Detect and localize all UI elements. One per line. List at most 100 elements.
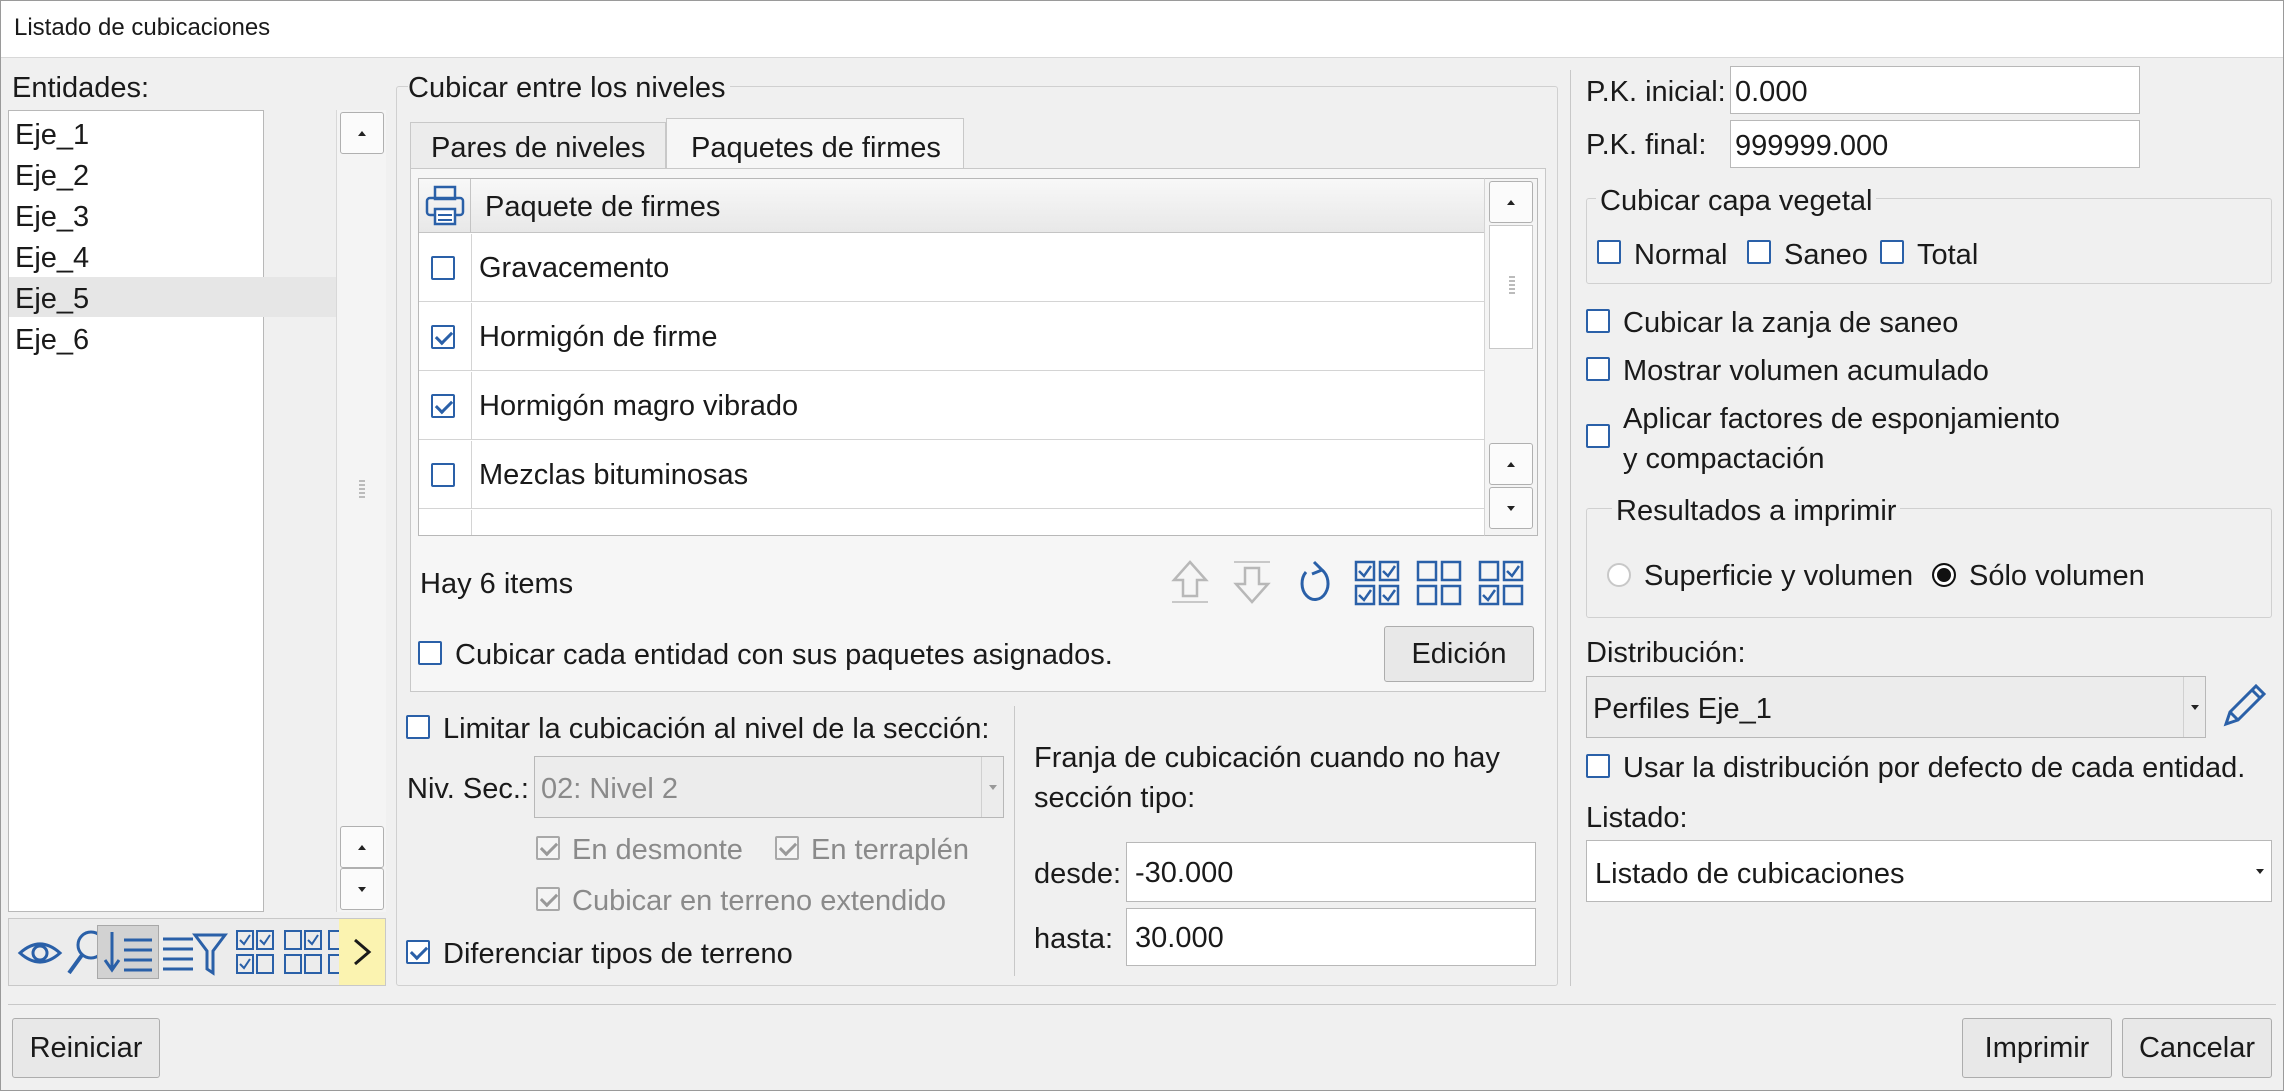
uncheck-all-icon[interactable] (1416, 558, 1464, 606)
distribucion-value: Perfiles Eje_1 (1593, 693, 1772, 725)
niv-sec-select[interactable]: 02: Nivel 2 (534, 756, 1004, 818)
limit-section-checkbox[interactable] (406, 715, 430, 739)
eye-icon[interactable] (17, 933, 63, 973)
row-checkbox[interactable] (431, 325, 455, 349)
reset-button-label: Reiniciar (29, 1031, 143, 1064)
move-up-icon[interactable] (1166, 558, 1214, 606)
scroll-up-button[interactable] (1489, 181, 1533, 223)
list-item[interactable]: Eje_2 (15, 162, 89, 191)
chevron-down-icon (988, 784, 997, 790)
footer-divider (8, 1004, 2276, 1005)
factores-label-line2: y compactación (1623, 443, 1825, 475)
list-item[interactable]: Eje_4 (15, 244, 89, 273)
hasta-input[interactable]: 30.000 (1126, 908, 1536, 966)
chevron-up-icon (1507, 461, 1515, 467)
reset-button[interactable]: Reiniciar (12, 1018, 160, 1078)
list-item-selected[interactable]: Eje_5 (15, 285, 89, 314)
hasta-label: hasta: (1034, 923, 1113, 955)
assign-packages-checkbox[interactable] (418, 641, 442, 665)
row-checkbox[interactable] (431, 463, 455, 487)
distribucion-label: Distribución: (1586, 637, 1746, 669)
expand-arrow-icon (354, 938, 372, 966)
list-item[interactable]: Eje_1 (15, 121, 89, 150)
move-down-icon[interactable] (1228, 558, 1276, 606)
pk-final-label: P.K. final: (1586, 129, 1707, 161)
table-scrollbar[interactable] (1484, 178, 1538, 536)
listado-select[interactable]: Listado de cubicaciones (1586, 840, 2272, 902)
scroll-up-button[interactable] (340, 112, 384, 154)
refresh-icon[interactable] (1292, 558, 1334, 606)
factores-label-line1: Aplicar factores de esponjamiento (1623, 403, 2060, 435)
check-all-icon[interactable] (235, 929, 275, 977)
row-label: Hormigón magro vibrado (479, 390, 799, 422)
table-row[interactable]: Gravacemento (419, 234, 1489, 302)
tab-pares-de-niveles[interactable]: Pares de niveles (410, 122, 666, 168)
extended-terrain-checkbox[interactable] (536, 887, 560, 911)
entities-scrollbar[interactable] (336, 110, 386, 912)
row-checkbox[interactable] (431, 394, 455, 418)
invert-check-icon[interactable] (1478, 558, 1526, 606)
usar-defecto-checkbox[interactable] (1586, 754, 1610, 778)
check-all-icon[interactable] (1354, 558, 1402, 606)
expand-toolbar-button[interactable] (339, 919, 385, 985)
scroll-page-up-button[interactable] (1489, 443, 1533, 485)
levels-group-title: Cubicar entre los niveles (408, 74, 730, 103)
table-row[interactable]: Hormigón de firme (419, 303, 1489, 371)
desmonte-checkbox[interactable] (536, 836, 560, 860)
list-item[interactable]: Eje_3 (15, 203, 89, 232)
print-button[interactable]: Imprimir (1962, 1018, 2112, 1078)
edit-button[interactable]: Edición (1384, 626, 1534, 682)
terraplen-checkbox[interactable] (775, 836, 799, 860)
veg-total-checkbox[interactable] (1880, 240, 1904, 264)
pk-inicial-input[interactable]: 0.000 (1730, 66, 2140, 114)
franja-text-line1: Franja de cubicación cuando no hay (1034, 742, 1500, 774)
uncheck-all-icon[interactable] (283, 929, 323, 977)
divider (1014, 706, 1015, 976)
scroll-down-button[interactable] (1489, 487, 1533, 529)
veg-normal-checkbox[interactable] (1597, 240, 1621, 264)
listado-value: Listado de cubicaciones (1595, 858, 1905, 890)
scroll-down-button[interactable] (340, 868, 384, 910)
scroll-thumb[interactable] (1489, 225, 1533, 349)
filter-icon[interactable] (159, 929, 231, 977)
title-bar: Listado de cubicaciones (0, 0, 2284, 58)
desde-input[interactable]: -30.000 (1126, 842, 1536, 902)
cancel-button[interactable]: Cancelar (2122, 1018, 2272, 1078)
res-superficie-radio[interactable] (1607, 563, 1631, 587)
row-checkbox[interactable] (431, 256, 455, 280)
veg-saneo-checkbox[interactable] (1747, 240, 1771, 264)
scroll-page-up-button[interactable] (340, 826, 384, 868)
entities-toolbar (8, 918, 386, 986)
entities-label: Entidades: (12, 72, 150, 104)
niv-sec-value: 02: Nivel 2 (541, 773, 679, 805)
factores-checkbox[interactable] (1586, 424, 1610, 448)
sort-button[interactable] (97, 925, 159, 979)
terraplen-label: En terraplén (811, 834, 969, 866)
res-volumen-radio[interactable] (1932, 563, 1956, 587)
sort-icon (103, 932, 152, 973)
chevron-down-icon (2190, 704, 2199, 710)
table-row[interactable]: Hormigón magro vibrado (419, 372, 1489, 440)
row-label: Hormigón de firme (479, 321, 718, 353)
distribucion-select[interactable]: Perfiles Eje_1 (1586, 676, 2206, 738)
list-item[interactable]: Eje_6 (15, 326, 89, 355)
edit-button-label: Edición (1411, 637, 1507, 670)
pencil-icon[interactable] (2218, 680, 2270, 732)
acumulado-checkbox[interactable] (1586, 357, 1610, 381)
print-column-button[interactable] (419, 179, 471, 232)
chevron-up-icon (1507, 199, 1515, 205)
print-button-label: Imprimir (1984, 1031, 2090, 1064)
pk-final-input[interactable]: 999999.000 (1730, 120, 2140, 168)
veg-saneo-label: Saneo (1784, 239, 1868, 271)
table-row[interactable]: Mezclas bituminosas (419, 441, 1489, 509)
tab-paquetes-de-firmes[interactable]: Paquetes de firmes (666, 118, 964, 170)
chevron-down-icon (2256, 868, 2264, 874)
separator (1570, 70, 1571, 986)
differentiate-terrain-checkbox[interactable] (406, 940, 430, 964)
zanja-checkbox[interactable] (1586, 309, 1610, 333)
desde-label: desde: (1034, 858, 1122, 890)
chevron-up-icon (358, 130, 366, 136)
chevron-up-icon (358, 844, 366, 850)
chevron-down-icon (1507, 505, 1515, 511)
entities-list[interactable]: Eje_1 Eje_2 Eje_3 Eje_4 Eje_5 Eje_6 (8, 110, 337, 912)
